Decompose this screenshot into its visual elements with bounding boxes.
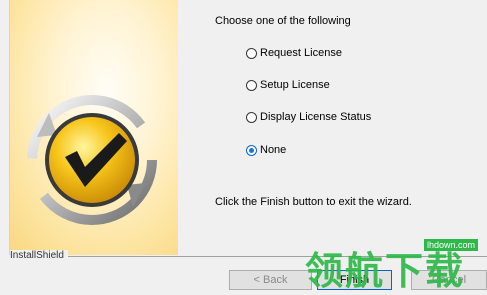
option-label: Request License — [260, 47, 342, 59]
radio-request-license[interactable] — [246, 47, 257, 59]
checkmark-logo-icon — [27, 95, 157, 225]
radio-display-license-status[interactable] — [246, 111, 257, 123]
option-label: None — [260, 144, 287, 156]
wizard-banner — [0, 0, 178, 255]
watermark-url: lhdown.com — [424, 239, 479, 251]
installshield-brand: InstallShield — [10, 250, 68, 261]
finish-instructions: Click the Finish button to exit the wiza… — [215, 196, 412, 208]
option-display-license-status[interactable]: Display License Status — [246, 110, 371, 124]
banner-edge — [0, 0, 10, 255]
back-button[interactable]: < Back — [229, 270, 312, 290]
option-label: Display License Status — [260, 111, 372, 123]
wizard-content — [178, 0, 487, 255]
option-label: Setup License — [260, 79, 330, 91]
radio-none[interactable] — [246, 144, 257, 156]
option-setup-license[interactable]: Setup License — [246, 78, 330, 92]
radio-setup-license[interactable] — [246, 79, 257, 91]
prompt-text: Choose one of the following — [215, 15, 351, 27]
option-none[interactable]: None — [246, 143, 286, 157]
option-request-license[interactable]: Request License — [246, 46, 342, 60]
